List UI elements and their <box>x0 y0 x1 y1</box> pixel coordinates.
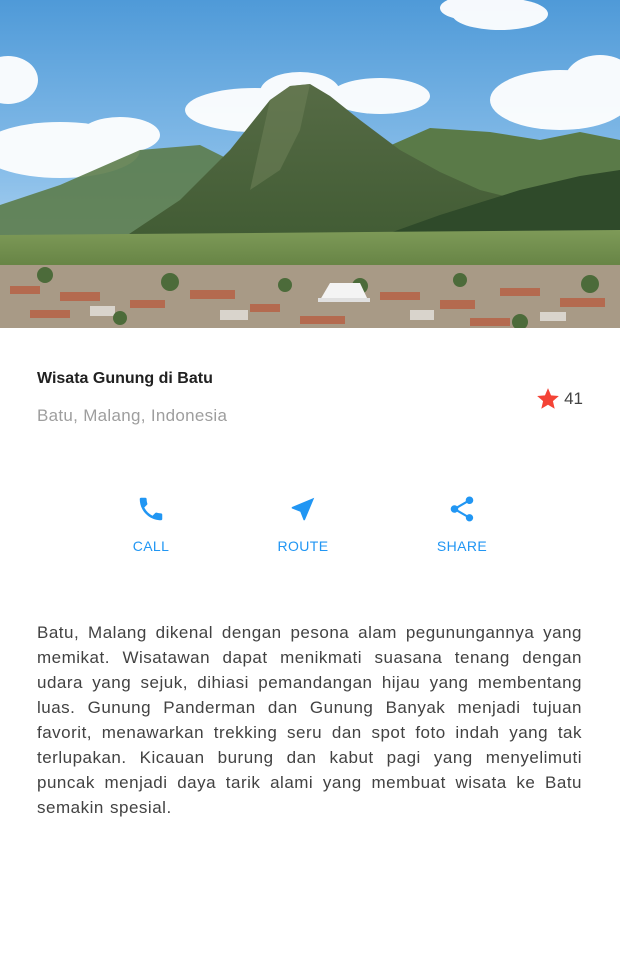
place-description: Batu, Malang dikenal dengan pesona alam … <box>37 623 582 817</box>
route-button[interactable]: ROUTE <box>248 494 358 558</box>
call-button[interactable]: CALL <box>96 494 206 558</box>
call-label: CALL <box>132 538 170 554</box>
hero-image <box>0 0 620 328</box>
star-icon <box>537 388 559 409</box>
place-header: Wisata Gunung di Batu Batu, Malang, Indo… <box>37 366 583 436</box>
navigation-icon <box>291 497 315 521</box>
action-bar: CALL ROUTE SHARE <box>0 494 620 564</box>
route-label: ROUTE <box>277 538 329 554</box>
share-button[interactable]: SHARE <box>407 494 517 558</box>
rating-count: 41 <box>564 389 583 408</box>
mountain-landscape-image <box>0 0 620 328</box>
share-icon <box>450 496 474 522</box>
place-title: Wisata Gunung di Batu <box>37 370 213 387</box>
phone-icon <box>139 497 163 521</box>
rating[interactable]: 41 <box>535 386 583 412</box>
place-location: Batu, Malang, Indonesia <box>37 406 228 425</box>
share-label: SHARE <box>436 538 488 554</box>
